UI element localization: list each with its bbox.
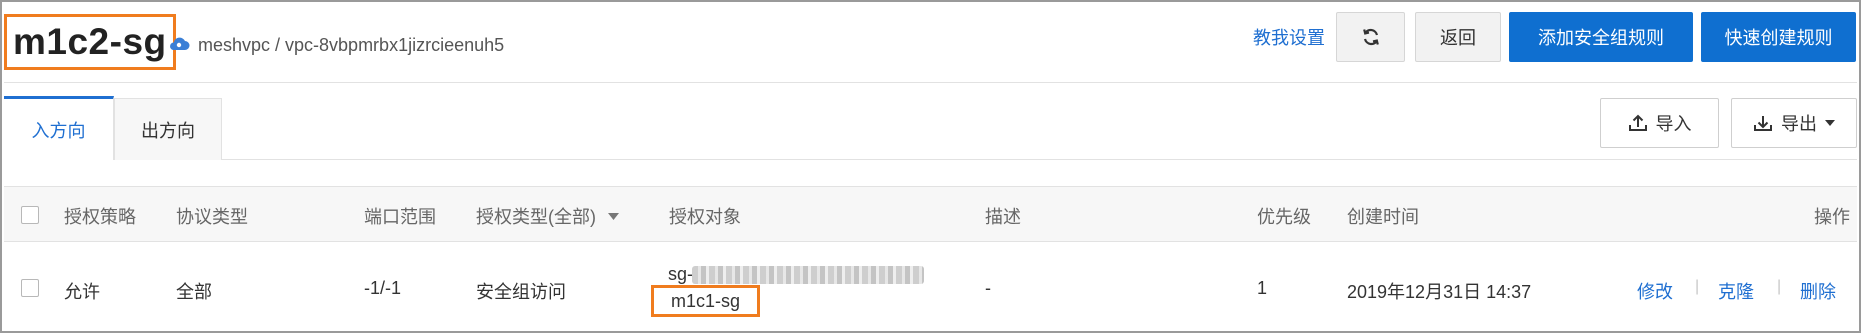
column-header-description: 描述: [985, 207, 1021, 227]
tab-outbound[interactable]: 出方向: [114, 98, 222, 160]
back-button[interactable]: 返回: [1415, 12, 1501, 62]
header-divider: [4, 82, 1857, 83]
import-button[interactable]: 导入: [1600, 98, 1719, 148]
cloud-icon: [170, 37, 190, 50]
column-header-policy: 授权策略: [64, 207, 136, 227]
add-security-rule-button[interactable]: 添加安全组规则: [1509, 12, 1693, 62]
cell-auth-type: 安全组访问: [476, 282, 566, 302]
caret-down-icon: [1825, 120, 1835, 126]
import-label: 导入: [1655, 114, 1692, 134]
cell-auth-object-name[interactable]: m1c1-sg: [671, 291, 740, 312]
cell-protocol: 全部: [176, 282, 212, 302]
clone-link[interactable]: 克隆: [1718, 278, 1754, 304]
cell-priority: 1: [1257, 278, 1268, 298]
select-all-checkbox[interactable]: [21, 206, 39, 224]
refresh-button[interactable]: [1336, 12, 1405, 62]
row-checkbox[interactable]: [21, 279, 39, 297]
column-header-protocol: 协议类型: [176, 207, 248, 227]
tab-divider: [222, 159, 1857, 160]
table-header: [4, 186, 1857, 242]
quick-create-rule-button[interactable]: 快速创建规则: [1701, 12, 1856, 62]
export-button[interactable]: 导出: [1731, 98, 1857, 148]
page-title-highlight: m1c2-sg: [4, 14, 176, 70]
security-group-panel: m1c2-sg meshvpc / vpc-8vbpmrbx1jizrcieen…: [0, 0, 1861, 333]
export-label: 导出: [1781, 114, 1817, 134]
column-header-auth-type[interactable]: 授权类型(全部): [476, 203, 619, 229]
cell-created-time: 2019年12月31日 14:37: [1347, 282, 1532, 302]
auth-object-highlight: m1c1-sg: [651, 285, 760, 317]
breadcrumb: meshvpc / vpc-8vbpmrbx1jizrcieenuh5: [198, 35, 505, 55]
cell-policy: 允许: [64, 282, 100, 302]
upload-icon: [1628, 114, 1647, 131]
column-header-priority: 优先级: [1257, 207, 1311, 227]
cell-port-range: -1/-1: [364, 278, 402, 298]
refresh-icon: [1362, 28, 1379, 46]
column-header-port-range: 端口范围: [364, 207, 436, 227]
download-icon: [1754, 116, 1772, 131]
help-link[interactable]: 教我设置: [1253, 24, 1325, 50]
cell-auth-object-prefix: sg-: [668, 264, 694, 284]
column-header-actions: 操作: [1814, 207, 1850, 227]
column-header-created-time: 创建时间: [1347, 207, 1419, 227]
caret-down-icon: [608, 212, 619, 220]
tab-inbound[interactable]: 入方向: [4, 96, 114, 160]
action-separator: |: [1777, 278, 1782, 295]
page-title: m1c2-sg: [13, 21, 167, 62]
auth-type-filter-label: 授权类型(全部): [476, 207, 596, 227]
redacted-sg-id: [692, 266, 924, 284]
action-separator: |: [1695, 278, 1700, 295]
column-header-auth-object: 授权对象: [669, 207, 741, 227]
edit-link[interactable]: 修改: [1637, 278, 1673, 304]
delete-link[interactable]: 删除: [1800, 278, 1836, 304]
cell-description: -: [985, 278, 991, 298]
